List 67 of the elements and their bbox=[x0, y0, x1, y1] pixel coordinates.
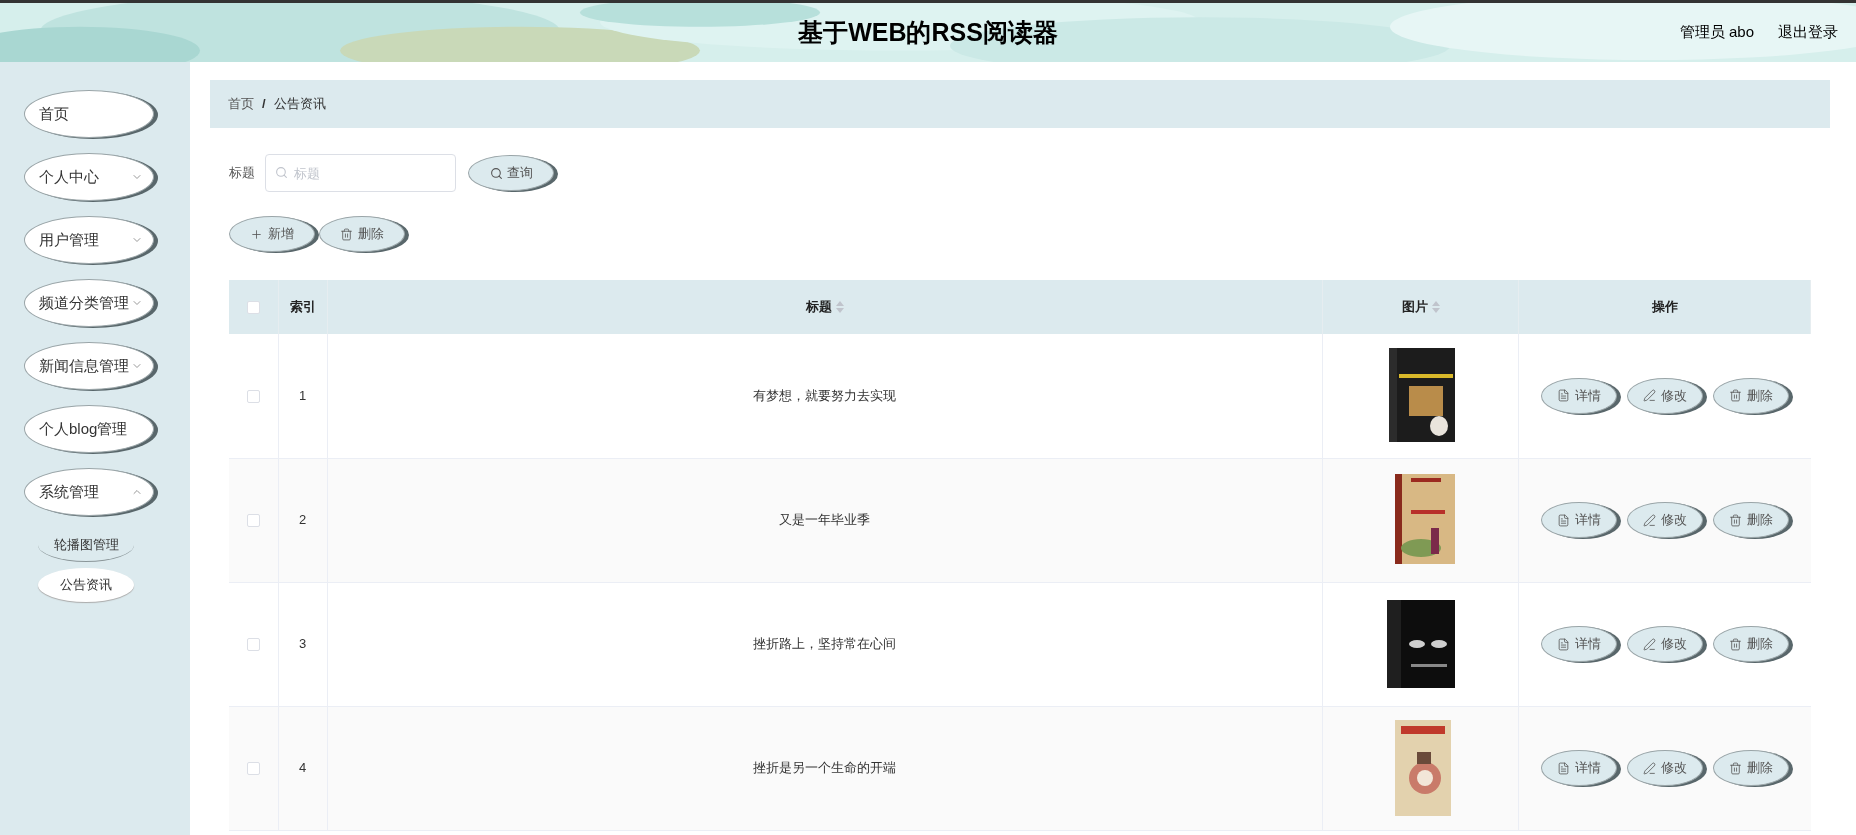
table-cell: 有梦想，就要努力去实现 bbox=[753, 388, 897, 403]
search-label: 标题 bbox=[229, 164, 255, 183]
document-icon bbox=[1556, 637, 1570, 651]
sidebar-item[interactable]: 个人中心 bbox=[24, 153, 154, 201]
sidebar-item[interactable]: 频道分类管理 bbox=[24, 279, 154, 327]
checkbox[interactable] bbox=[246, 390, 260, 404]
delete-button[interactable]: 删除 bbox=[1712, 626, 1789, 662]
edit-button[interactable]: 修改 bbox=[1626, 502, 1703, 538]
table-cell: 又是一年毕业季 bbox=[779, 512, 871, 528]
submenu-item[interactable]: 轮播图管理 bbox=[38, 528, 134, 562]
pencil-icon bbox=[1642, 761, 1656, 775]
table-cell: 3 bbox=[298, 636, 307, 652]
add-button[interactable]: 新增 bbox=[229, 216, 315, 252]
pencil-icon bbox=[1642, 637, 1656, 651]
document-icon bbox=[1556, 513, 1570, 527]
checkbox[interactable] bbox=[246, 762, 260, 776]
document-icon bbox=[1556, 389, 1570, 403]
user-name: 管理员 abo bbox=[1679, 22, 1754, 42]
plus-icon bbox=[250, 227, 263, 241]
breadcrumb-link[interactable]: 公告资讯 bbox=[273, 94, 326, 114]
column-header[interactable]: 图片 bbox=[1401, 297, 1428, 317]
column-header: 索引 bbox=[289, 298, 316, 317]
search-field[interactable]: 标题 bbox=[265, 154, 456, 192]
edit-button[interactable]: 修改 bbox=[1626, 626, 1703, 662]
checkbox[interactable] bbox=[246, 301, 260, 315]
sidebar-item[interactable]: 用户管理 bbox=[24, 216, 154, 264]
detail-button[interactable]: 详情 bbox=[1540, 377, 1617, 414]
column-header[interactable]: 标题 bbox=[805, 297, 832, 317]
delete-button[interactable]: 删除 bbox=[1712, 750, 1789, 786]
trash-icon bbox=[340, 227, 353, 241]
table-cell: 2 bbox=[298, 512, 307, 528]
search-icon bbox=[489, 166, 503, 180]
delete-button[interactable]: 删除 bbox=[319, 216, 405, 252]
pencil-icon bbox=[1642, 389, 1656, 403]
search-icon bbox=[275, 166, 288, 179]
table-cell: 1 bbox=[298, 388, 307, 403]
breadcrumb-link[interactable]: 首页 bbox=[228, 94, 254, 114]
edit-button[interactable]: 修改 bbox=[1626, 377, 1703, 414]
checkbox[interactable] bbox=[246, 514, 260, 528]
table-cell: 挫折是另一个生命的开端 bbox=[753, 760, 897, 776]
table-cell: 4 bbox=[298, 760, 307, 776]
trash-icon bbox=[1728, 637, 1742, 651]
sidebar-item[interactable]: 首页 bbox=[24, 90, 154, 138]
detail-button[interactable]: 详情 bbox=[1540, 750, 1617, 786]
table-cell: 挫折路上，坚持常在心间 bbox=[753, 636, 897, 652]
delete-button[interactable]: 删除 bbox=[1712, 502, 1789, 538]
sidebar-item[interactable]: 新闻信息管理 bbox=[24, 342, 154, 390]
pencil-icon bbox=[1642, 513, 1656, 527]
detail-button[interactable]: 详情 bbox=[1540, 626, 1617, 662]
document-icon bbox=[1556, 761, 1570, 775]
delete-button[interactable]: 删除 bbox=[1712, 377, 1789, 414]
checkbox[interactable] bbox=[246, 638, 260, 652]
edit-button[interactable]: 修改 bbox=[1626, 750, 1703, 786]
trash-icon bbox=[1728, 389, 1742, 403]
trash-icon bbox=[1728, 761, 1742, 775]
breadcrumb-separator: / bbox=[262, 95, 266, 114]
detail-button[interactable]: 详情 bbox=[1540, 502, 1617, 538]
sidebar-item[interactable]: 个人blog管理 bbox=[24, 405, 154, 453]
trash-icon bbox=[1728, 513, 1742, 527]
column-header: 操作 bbox=[1651, 298, 1678, 317]
submenu-item[interactable]: 公告资讯 bbox=[38, 568, 134, 602]
sort-icon[interactable] bbox=[835, 301, 844, 313]
sidebar-item[interactable]: 系统管理 bbox=[24, 468, 154, 516]
sort-icon[interactable] bbox=[1431, 301, 1440, 313]
logout-link[interactable]: 退出登录 bbox=[1778, 21, 1838, 44]
app-title: 基于WEB的RSS阅读器 bbox=[798, 16, 1058, 48]
search-button[interactable]: 查询 bbox=[468, 155, 554, 191]
